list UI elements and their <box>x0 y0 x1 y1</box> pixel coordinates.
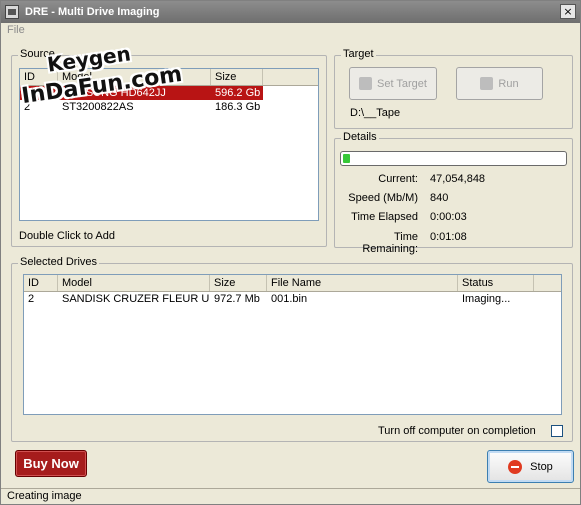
remaining-value: 0:01:08 <box>430 231 467 243</box>
stop-icon <box>508 459 523 474</box>
cell-size: 186.3 Gb <box>215 101 261 113</box>
run-button[interactable]: Run <box>456 67 543 100</box>
cell-model: SAMSUNG HD642JJ <box>58 86 211 100</box>
window-title: DRE - Multi Drive Imaging <box>25 6 160 18</box>
title-bar: DRE - Multi Drive Imaging × <box>1 1 580 23</box>
speed-value: 840 <box>430 192 449 204</box>
set-target-label: Set Target <box>377 77 427 90</box>
table-row[interactable]: 2 SANDISK CRUZER FLEUR U... 972.7 Mb 001… <box>24 292 561 306</box>
run-icon <box>480 77 494 90</box>
remaining-label: Time Remaining: <box>362 231 418 255</box>
progress-fill <box>343 154 350 163</box>
stop-label: Stop <box>530 460 553 473</box>
cell-filename: 001.bin <box>271 293 308 305</box>
column-header-id[interactable]: ID <box>20 69 58 85</box>
column-header-size[interactable]: Size <box>210 275 267 291</box>
cell-id: 2 <box>28 293 35 305</box>
cell-status: Imaging... <box>462 293 511 305</box>
current-label: Current: <box>378 173 418 185</box>
source-list[interactable]: ID Model Size 1 SAMSUNG HD642JJ 596.2 Gb… <box>19 68 319 221</box>
source-legend: Source <box>18 48 57 60</box>
selected-drives-legend: Selected Drives <box>18 256 100 268</box>
current-value: 47,054,848 <box>430 173 486 185</box>
elapsed-label: Time Elapsed <box>351 211 418 223</box>
cell-size: 972.7 Mb <box>214 293 260 305</box>
cell-model: SANDISK CRUZER FLEUR U... <box>62 293 210 305</box>
cell-model: ST3200822AS <box>62 101 134 113</box>
column-header-model[interactable]: Model <box>58 275 210 291</box>
selected-list-header: ID Model Size File Name Status <box>24 275 561 292</box>
main-window: DRE - Multi Drive Imaging × File Source … <box>0 0 581 505</box>
column-header-id[interactable]: ID <box>24 275 58 291</box>
elapsed-value: 0:00:03 <box>430 211 467 223</box>
set-target-button[interactable]: Set Target <box>349 67 437 100</box>
turn-off-checkbox[interactable] <box>551 425 563 437</box>
selected-drives-list[interactable]: ID Model Size File Name Status 2 SANDISK… <box>23 274 562 415</box>
add-hint: Double Click to Add <box>19 230 115 242</box>
run-label: Run <box>498 77 519 90</box>
stop-button[interactable]: Stop <box>487 450 574 483</box>
cell-size: 596.2 Gb <box>211 86 263 100</box>
list-item[interactable]: 1 SAMSUNG HD642JJ 596.2 Gb <box>20 86 318 100</box>
details-legend: Details <box>341 131 379 143</box>
column-header-size[interactable]: Size <box>211 69 263 85</box>
menu-file[interactable]: File <box>7 24 25 36</box>
cell-id: 1 <box>20 86 58 100</box>
status-bar: Creating image <box>1 488 580 504</box>
progress-bar <box>340 151 567 166</box>
app-icon <box>5 5 19 19</box>
menu-bar: File <box>1 23 580 39</box>
column-header-status[interactable]: Status <box>458 275 534 291</box>
list-item[interactable]: 2 ST3200822AS 186.3 Gb <box>20 100 318 114</box>
turn-off-label: Turn off computer on completion <box>378 425 536 437</box>
cell-id: 2 <box>24 101 31 113</box>
column-header-model[interactable]: Model <box>58 69 211 85</box>
close-button[interactable]: × <box>560 4 576 19</box>
column-header-filename[interactable]: File Name <box>267 275 458 291</box>
source-list-header: ID Model Size <box>20 69 318 86</box>
speed-label: Speed (Mb/M) <box>348 192 418 204</box>
buy-now-button[interactable]: Buy Now <box>15 450 87 477</box>
drive-icon <box>359 77 373 90</box>
target-legend: Target <box>341 48 376 60</box>
target-path: D:\__Tape <box>350 107 401 119</box>
